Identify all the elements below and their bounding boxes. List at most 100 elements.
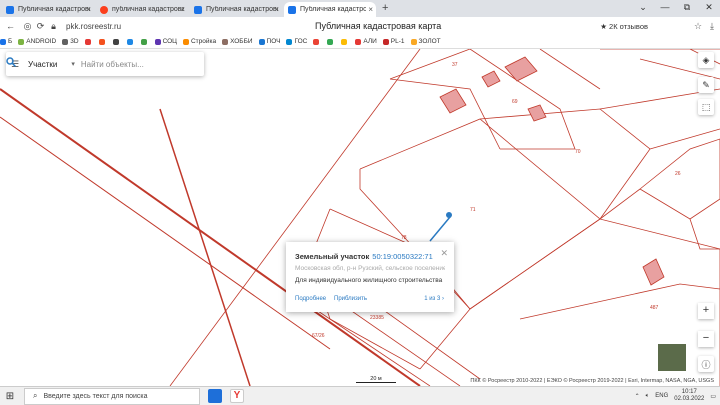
close-window-button[interactable]: ✕	[698, 0, 720, 15]
chevron-down-icon[interactable]: ▾	[71, 60, 75, 68]
search-input[interactable]: Найти объекты...	[81, 60, 144, 69]
tab-search-icon[interactable]: ⌄	[632, 0, 654, 15]
zoom-in-button[interactable]: +	[698, 303, 714, 319]
parcel-label: 487	[650, 305, 659, 311]
bookmark-item[interactable]	[313, 38, 321, 45]
new-tab-button[interactable]: +	[382, 2, 388, 17]
minimize-button[interactable]: —	[654, 0, 676, 15]
close-icon[interactable]: ×	[178, 5, 185, 14]
bookmark-item[interactable]	[126, 38, 135, 45]
tab-label: Публичная кадастровая	[300, 6, 372, 13]
bookmark-item[interactable]: ЗОЛОТ	[410, 38, 441, 45]
selected-point[interactable]	[446, 212, 452, 218]
bookmark-item[interactable]	[327, 38, 335, 45]
close-icon[interactable]: ×	[84, 5, 91, 14]
taskbar-search[interactable]: ⌕ Введите здесь текст для поиска	[24, 387, 200, 405]
lock-icon: 🔒︎	[51, 20, 56, 31]
print-icon[interactable]: ⬚	[698, 99, 714, 115]
bookmark-item[interactable]: Б	[0, 38, 12, 45]
bookmark-label: ХОББИ	[230, 38, 253, 45]
bookmark-item[interactable]: ANDROID	[18, 38, 56, 45]
map-canvas[interactable]: 37 69 70 26 71 78 487 23385 67/26	[0, 49, 720, 386]
volume-icon[interactable]: 🔈︎	[646, 393, 650, 400]
search-box: ☰ Участки ▾ Найти объекты...	[6, 52, 204, 76]
bookmark-icon	[126, 38, 133, 45]
bookmark-item[interactable]: СОЦ	[154, 38, 177, 45]
bookmark-label: Б	[8, 38, 13, 45]
back-icon[interactable]: ←	[4, 21, 17, 31]
bookmark-item[interactable]	[98, 38, 107, 45]
measure-icon[interactable]: ✎	[698, 77, 714, 93]
tab-4-active[interactable]: Публичная кадастровая ×	[284, 2, 376, 17]
chevron-up-icon[interactable]: ⌃	[635, 393, 640, 400]
parcel-popup: Земельный участок 50:19:0050322:71 ✕ Моск…	[286, 242, 454, 312]
window-controls: ⌄ — ⧉ ✕	[632, 0, 720, 15]
search-icon[interactable]	[6, 57, 16, 67]
bookmark-icon	[410, 38, 417, 45]
refresh-icon[interactable]: ⟳	[34, 21, 47, 32]
bookmark-icon	[18, 38, 25, 45]
parcel-label: 71	[470, 207, 476, 213]
bookmark-item[interactable]: ХОББИ	[222, 38, 253, 45]
bookmark-item[interactable]	[84, 38, 93, 45]
bookmark-icon	[286, 38, 293, 45]
notifications-icon[interactable]: ▭	[710, 393, 716, 400]
bookmark-item[interactable]: ГОС	[286, 38, 307, 45]
taskbar-search-input[interactable]: Введите здесь текст для поиска	[43, 393, 147, 400]
bookmark-item[interactable]: 3D	[62, 38, 79, 45]
parcel-use: Для индивидуального жилищного строительс…	[295, 277, 443, 284]
url-field[interactable]: pkk.rosreestr.ru	[66, 22, 121, 31]
reviews-badge[interactable]: ★ 2К отзывов	[600, 22, 648, 31]
popup-pager[interactable]: 1 из 3 ›	[424, 296, 444, 302]
yandex-icon	[100, 5, 108, 14]
pager-text: 1 из 3	[424, 296, 441, 302]
zoom-to-link[interactable]: Приблизить	[334, 296, 367, 302]
close-icon[interactable]: ×	[272, 5, 279, 14]
bookmark-item[interactable]	[112, 38, 121, 45]
bookmark-label: СОЦ	[162, 38, 177, 45]
close-icon[interactable]: ✕	[440, 248, 448, 259]
windows-start-icon[interactable]: ⊞	[0, 391, 20, 402]
rosreestr-icon	[6, 5, 14, 14]
yandex-button[interactable]: ◎	[21, 21, 34, 32]
tab-3[interactable]: Публичная кадастровая ×	[190, 2, 282, 17]
yandex-browser-icon[interactable]: Y	[230, 389, 244, 403]
bookmark-icon	[98, 38, 105, 45]
language-indicator[interactable]: ENG	[655, 393, 668, 399]
bookmark-icon	[327, 38, 334, 45]
search-mode-select[interactable]: Участки	[28, 60, 57, 69]
bookmark-icon[interactable]: ☆	[694, 21, 702, 32]
bookmark-item[interactable]	[140, 38, 149, 45]
bookmark-item[interactable]	[341, 38, 349, 45]
tab-2[interactable]: публичная кадастровая ×	[96, 2, 188, 17]
bookmark-item[interactable]: Стройка	[182, 38, 216, 45]
close-icon[interactable]: ×	[366, 5, 373, 14]
details-link[interactable]: Подробнее	[295, 296, 326, 302]
cadastral-map[interactable]: 37 69 70 26 71 78 487 23385 67/26 ☰ Учас…	[0, 49, 720, 386]
system-tray: ⌃ 🔈︎ ENG 10:17 02.03.2022 ▭	[635, 389, 716, 403]
info-icon[interactable]: ⓘ	[698, 356, 714, 372]
bookmark-icon	[62, 38, 69, 45]
popup-title-text: Земельный участок	[295, 252, 370, 261]
rosreestr-icon	[194, 5, 202, 14]
cadastral-number[interactable]: 50:19:0050322:71	[372, 252, 432, 261]
rosreestr-icon	[288, 5, 296, 14]
zoom-out-button[interactable]: −	[698, 331, 714, 347]
bookmark-icon	[341, 38, 348, 45]
scale-bar: 20 м	[356, 376, 396, 383]
basemap-thumbnail[interactable]	[657, 343, 687, 372]
copyright-text: ПКК © Росреестр 2010-2022 | ЕЭКО © Росре…	[470, 378, 714, 384]
parcel-address: Московская обл, р-н Рузский, сельское по…	[295, 265, 445, 272]
clock-date: 02.03.2022	[674, 396, 705, 402]
bookmark-item[interactable]: PL-1	[382, 38, 405, 45]
maximize-button[interactable]: ⧉	[676, 0, 698, 15]
bookmark-icon	[154, 38, 161, 45]
bookmark-item[interactable]: АЛИ	[355, 38, 377, 45]
explorer-icon[interactable]	[208, 389, 222, 403]
bookmark-item[interactable]: ПОЧ	[258, 38, 280, 45]
bookmark-icon	[313, 38, 320, 45]
tab-1[interactable]: Публичная кадастровая ×	[2, 2, 94, 17]
clock[interactable]: 10:17 02.03.2022	[674, 389, 704, 403]
layers-icon[interactable]: ◈	[698, 52, 714, 68]
download-icon[interactable]: ⤓	[710, 21, 714, 32]
